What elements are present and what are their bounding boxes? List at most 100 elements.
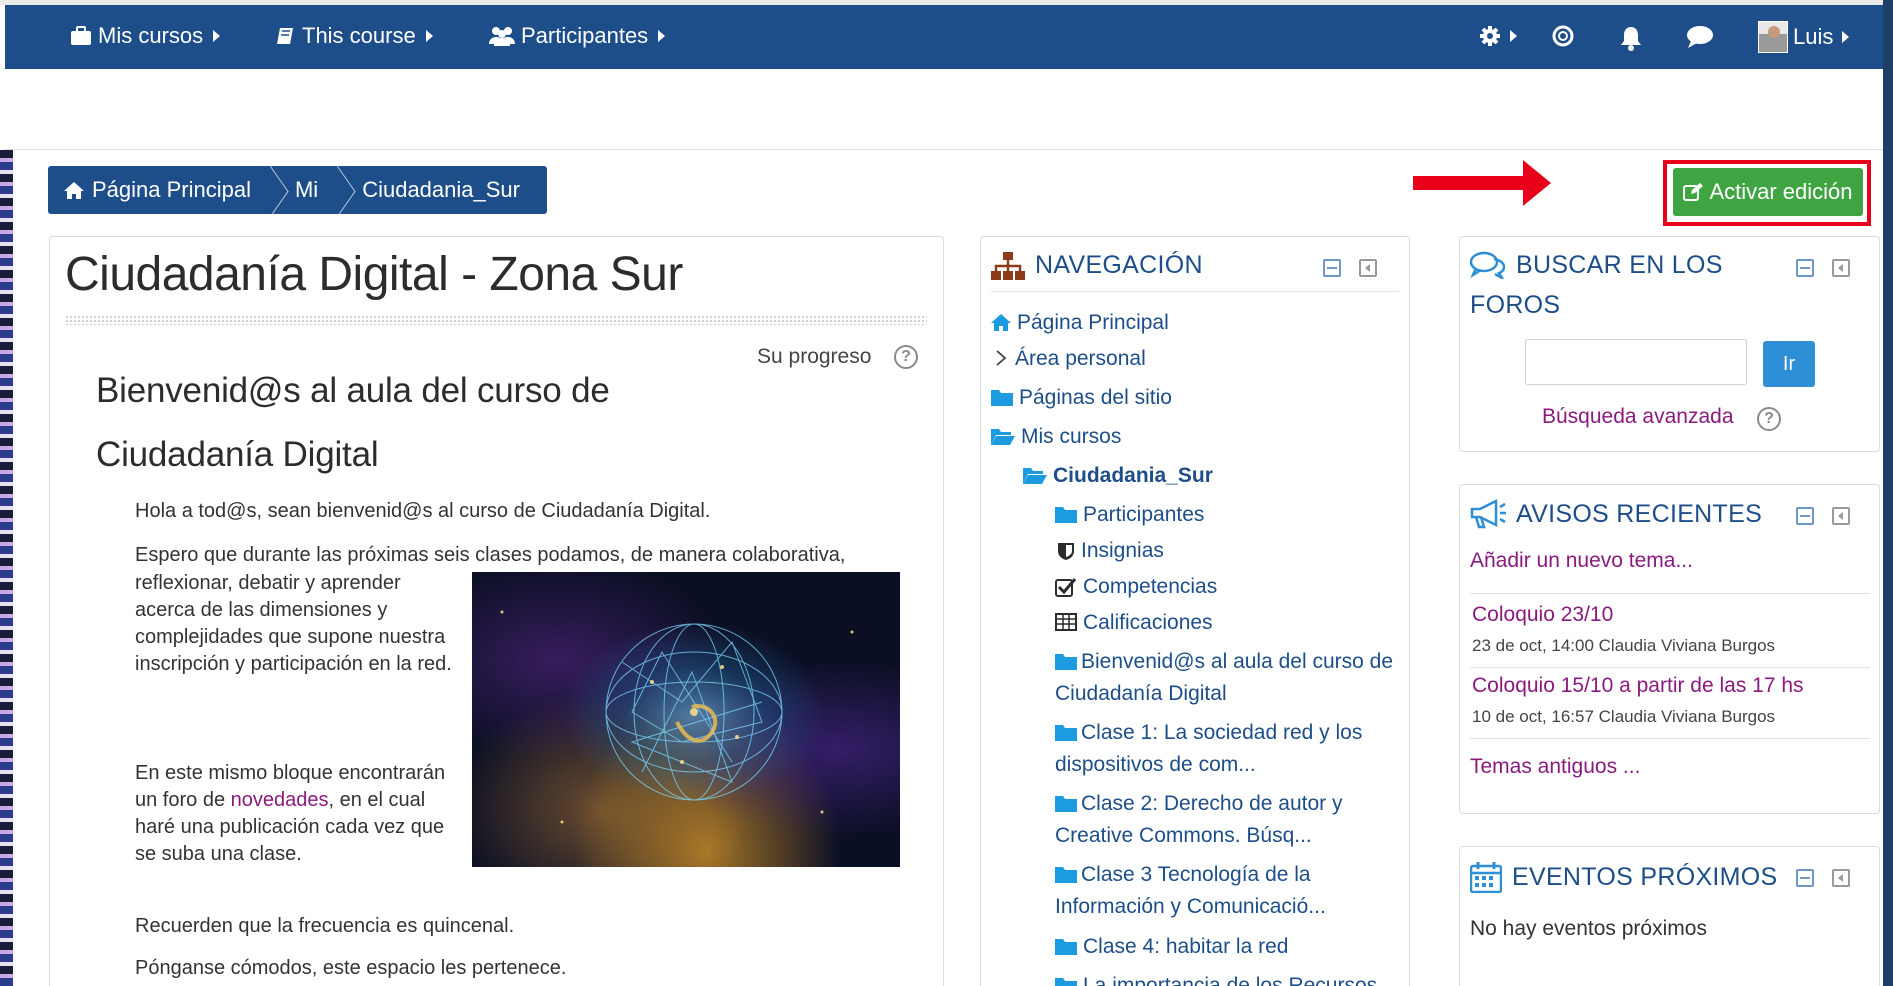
collapse-block-icon[interactable]	[1796, 507, 1814, 525]
admin-menu[interactable]	[1479, 25, 1517, 47]
nav-item-text: Clase 3 Tecnología de la Información y C…	[1055, 863, 1326, 918]
nav-item-home[interactable]: Página Principal	[991, 307, 1169, 339]
forum-search-button[interactable]: Ir	[1763, 341, 1815, 387]
nav-item-section-2[interactable]: Clase 2: Derecho de autor y Creative Com…	[1055, 788, 1415, 852]
bell-icon	[1621, 27, 1641, 51]
user-name: Luis	[1793, 24, 1834, 49]
nav-item-my-courses[interactable]: Mis cursos	[991, 421, 1121, 453]
bullhorn-icon	[1470, 499, 1506, 529]
events-title-text: EVENTOS PRÓXIMOS	[1512, 862, 1778, 891]
messages-button[interactable]	[1686, 25, 1714, 49]
navigation-block: NAVEGACIÓN Página Principal Área persona…	[980, 236, 1410, 986]
breadcrumb-item-course[interactable]: Ciudadania_Sur	[336, 166, 538, 214]
nav-item-label: Competencias	[1083, 575, 1218, 598]
news-forum-link[interactable]: novedades	[231, 789, 329, 811]
collapse-block-icon[interactable]	[1323, 259, 1341, 277]
search-block-controls	[1796, 259, 1850, 277]
top-navbar: Mis cursos This course Participantes Lui…	[5, 5, 1883, 69]
notifications-button[interactable]	[1619, 25, 1643, 51]
decorative-side-pattern	[0, 150, 13, 986]
news-post-title[interactable]: Coloquio 23/10	[1472, 603, 1613, 627]
advanced-search-link[interactable]: Búsqueda avanzada	[1542, 405, 1734, 429]
progress-label: Su progreso	[757, 345, 872, 368]
folder-icon	[991, 390, 1013, 406]
breadcrumb: Página Principal Mi Ciudadania_Sur	[48, 166, 547, 214]
folder-icon	[1055, 654, 1077, 670]
news-post-meta: 23 de oct, 14:00 Claudia Viviana Burgos	[1472, 636, 1776, 655]
dock-block-icon[interactable]	[1832, 869, 1850, 887]
checkbox-icon	[1055, 578, 1077, 597]
frequency-paragraph: Recuerden que la frecuencia es quincenal…	[135, 915, 515, 937]
folder-icon	[1055, 867, 1077, 883]
advanced-search-help-icon[interactable]: ?	[1757, 407, 1781, 431]
forum-info-paragraph: En este mismo bloque encontrarán un foro…	[135, 760, 465, 868]
nav-item-label: Participantes	[1083, 503, 1205, 526]
nav-item-grades[interactable]: Calificaciones	[1055, 607, 1213, 639]
dock-block-icon[interactable]	[1832, 259, 1850, 277]
nav-item-dashboard[interactable]: Área personal	[993, 343, 1146, 375]
window-right-border	[1883, 0, 1893, 986]
participants-menu[interactable]: Participantes	[489, 23, 666, 49]
nav-item-section-4[interactable]: Clase 4: habitar la red	[1055, 931, 1288, 963]
navigation-title-text: NAVEGACIÓN	[1035, 251, 1203, 279]
folder-open-icon	[991, 429, 1015, 445]
folder-open-icon	[1023, 468, 1047, 484]
nav-item-badges[interactable]: Insignias	[1057, 535, 1164, 567]
nav-item-section-5[interactable]: La importancia de los Recursos	[1055, 970, 1377, 986]
breadcrumb-mi-label: Mi	[294, 177, 319, 202]
closing-paragraph: Pónganse cómodos, este espacio les perte…	[135, 957, 567, 979]
latest-news-block: AVISOS RECIENTES Añadir un nuevo tema...…	[1459, 484, 1880, 814]
intro-paragraph-rest: reflexionar, debatir y aprender acerca d…	[135, 572, 452, 675]
nav-item-label: Clase 3 Tecnología de la Información y C…	[1055, 859, 1415, 923]
progress-help-icon[interactable]: ?	[894, 345, 918, 369]
navigation-divider	[991, 291, 1399, 292]
older-topics-link[interactable]: Temas antiguos ...	[1470, 755, 1640, 779]
chevron-right-icon	[996, 350, 1007, 366]
help-button[interactable]	[1552, 25, 1574, 47]
nav-item-site-pages[interactable]: Páginas del sitio	[991, 382, 1172, 414]
add-new-topic-link[interactable]: Añadir un nuevo tema...	[1470, 549, 1693, 573]
digital-globe-image	[472, 572, 900, 867]
news-divider	[1470, 667, 1870, 668]
welcome-paragraph: Hola a tod@s, sean bienvenid@s al curso …	[135, 500, 711, 522]
nav-item-label: Calificaciones	[1083, 611, 1213, 634]
nav-item-current-course[interactable]: Ciudadania_Sur	[1023, 460, 1213, 492]
edit-icon	[1683, 183, 1704, 201]
red-arrow-annotation	[1413, 160, 1551, 206]
collapse-block-icon[interactable]	[1796, 259, 1814, 277]
collapse-block-icon[interactable]	[1796, 869, 1814, 887]
nav-item-label: Insignias	[1081, 539, 1164, 562]
user-menu[interactable]: Luis	[1758, 21, 1850, 53]
dock-block-icon[interactable]	[1359, 259, 1377, 277]
shield-icon	[1058, 543, 1074, 560]
turn-editing-on-button[interactable]: Activar edición	[1673, 168, 1863, 216]
nav-item-section-3[interactable]: Clase 3 Tecnología de la Información y C…	[1055, 859, 1415, 923]
news-divider	[1470, 593, 1870, 594]
my-courses-menu[interactable]: Mis cursos	[70, 23, 221, 49]
folder-icon	[1055, 939, 1077, 955]
life-ring-icon	[1552, 25, 1574, 47]
caret-right-icon	[425, 30, 433, 42]
dock-block-icon[interactable]	[1832, 507, 1850, 525]
caret-right-icon	[1510, 30, 1517, 42]
book-icon	[277, 28, 293, 44]
navigation-block-title: NAVEGACIÓN	[991, 251, 1203, 280]
nav-item-competencies[interactable]: Competencias	[1055, 571, 1217, 603]
edit-button-label: Activar edición	[1709, 179, 1853, 204]
header-separator	[5, 149, 1883, 150]
nav-item-section-1[interactable]: Clase 1: La sociedad red y los dispositi…	[1055, 717, 1415, 781]
folder-icon	[1055, 507, 1077, 523]
nav-item-label: Bienvenid@s al aula del curso de Ciudada…	[1055, 646, 1415, 710]
nav-item-section-welcome[interactable]: Bienvenid@s al aula del curso de Ciudada…	[1055, 646, 1415, 710]
participants-label: Participantes	[521, 23, 649, 48]
caret-right-icon	[1842, 31, 1850, 43]
forum-search-input[interactable]	[1525, 339, 1747, 385]
comments-icon	[1470, 251, 1506, 279]
sitemap-icon	[991, 251, 1025, 280]
nav-item-label: La importancia de los Recursos	[1083, 974, 1378, 986]
nav-item-participants[interactable]: Participantes	[1055, 499, 1204, 531]
news-post-title[interactable]: Coloquio 15/10 a partir de las 17 hs	[1472, 674, 1804, 698]
breadcrumb-item-home[interactable]: Página Principal	[48, 166, 269, 214]
this-course-menu[interactable]: This course	[276, 23, 433, 49]
breadcrumb-course-label: Ciudadania_Sur	[362, 177, 520, 202]
